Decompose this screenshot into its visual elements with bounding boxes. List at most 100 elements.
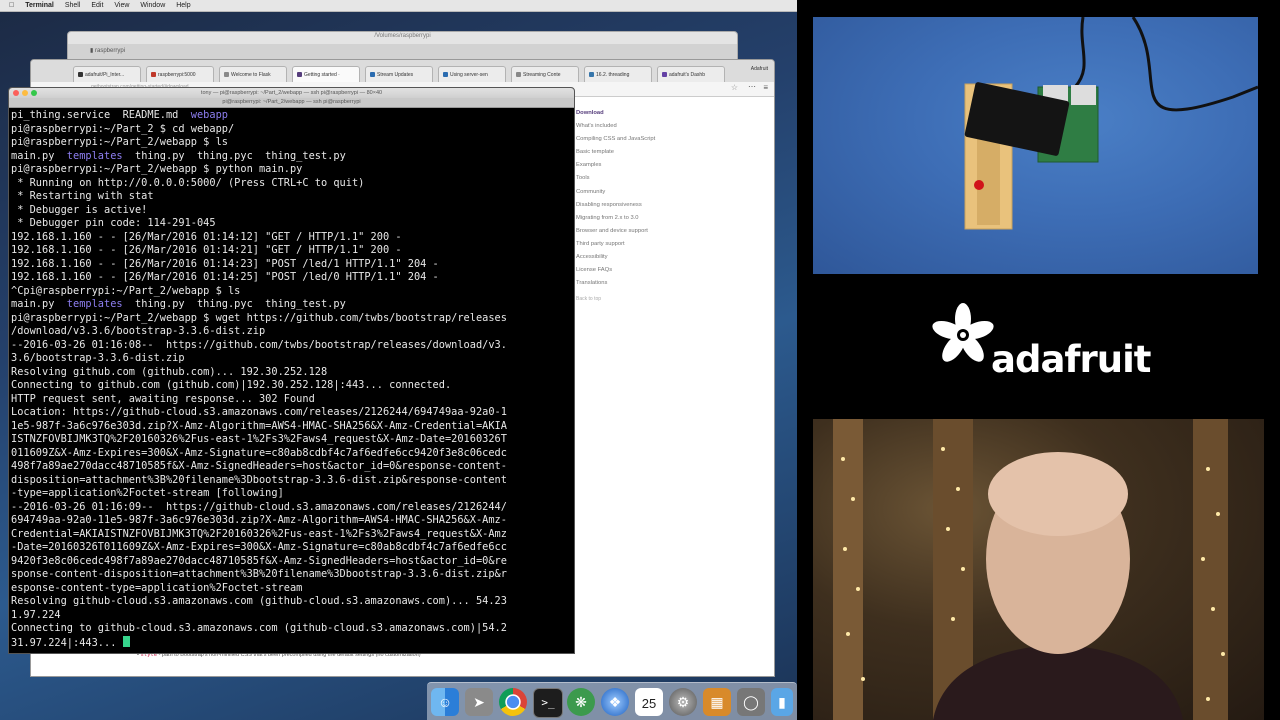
side-nav-link[interactable]: Compiling CSS and JavaScript xyxy=(576,133,756,146)
terminal-text: thing.py thing.pyc thing_test.py xyxy=(122,149,346,162)
terminal-text: 694749aa-92a0-11e5-987f-3a6c976e303d.zip… xyxy=(11,514,507,526)
terminal-line: * Debugger pin code: 114-291-045 xyxy=(11,217,574,231)
menu-view[interactable]: View xyxy=(114,0,129,11)
back-to-top-link[interactable]: Back to top xyxy=(576,293,756,306)
terminal-line: 1e5-987f-3a6c976e303d.zip?X-Amz-Algorith… xyxy=(11,419,574,434)
side-nav-link[interactable]: What's included xyxy=(576,120,756,133)
bootstrap-side-nav: Download What's included Compiling CSS and… xyxy=(576,107,756,306)
browser-tab[interactable]: adafruit/Pi_Inter... xyxy=(73,66,141,82)
terminal-text: sponse-content-disposition=attachment%3B… xyxy=(11,568,507,580)
apple-menu-icon[interactable]:  xyxy=(9,0,14,11)
side-nav-link[interactable]: Migrating from 2.x to 3.0 xyxy=(576,212,756,225)
browser-tab[interactable]: Using server-sen xyxy=(438,66,506,82)
browser-tab[interactable]: Getting started · xyxy=(292,66,360,82)
menu-help[interactable]: Help xyxy=(176,0,190,11)
zoom-icon[interactable] xyxy=(31,90,37,96)
folder-icon[interactable]: ▮ xyxy=(771,688,793,716)
side-nav-link[interactable]: Translations xyxy=(576,277,756,290)
directory-name: templates xyxy=(66,298,123,310)
terminal-line: --2016-03-26 01:16:08-- https://github.c… xyxy=(11,338,574,353)
terminal-text: 9420f3e8c06cedc498f7a89ae270dacc48710585… xyxy=(11,554,507,567)
finder-window[interactable]: /Volumes/raspberrypi ▮ raspberrypi xyxy=(67,31,738,61)
side-nav-link[interactable]: Download xyxy=(576,107,756,120)
terminal-line: --2016-03-26 01:16:09-- https://github-c… xyxy=(11,501,574,515)
side-nav-link[interactable]: Community xyxy=(576,186,756,199)
terminal-text: * Debugger is active! xyxy=(11,203,148,216)
terminal-icon[interactable]: >_ xyxy=(533,688,563,718)
tab-label: 16.2. threading xyxy=(596,72,630,78)
side-nav-link[interactable]: Accessibility xyxy=(576,251,756,264)
launchpad-icon[interactable]: ➤ xyxy=(465,688,493,716)
side-nav-link[interactable]: Third party support xyxy=(576,238,756,251)
side-nav-link[interactable]: Examples xyxy=(576,159,756,172)
menu-bar:  Terminal Shell Edit View Window Help xyxy=(0,0,797,12)
browser-tab[interactable]: Streaming Conte xyxy=(511,66,579,82)
browser-menu-icon[interactable]: ≡ xyxy=(763,83,768,92)
tab-favicon-icon xyxy=(297,72,302,78)
terminal-text: esponse-content-type=application%2Foctet… xyxy=(11,581,303,594)
finder-icon[interactable]: ☺ xyxy=(431,688,459,716)
browser-tab[interactable]: adafruit's Dashb xyxy=(657,66,725,82)
chrome-icon[interactable] xyxy=(499,688,527,716)
browser-tab[interactable]: Stream Updates xyxy=(365,66,433,82)
terminal-text: Connecting to github.com (github.com)|19… xyxy=(11,379,452,391)
tab-label: Getting started · xyxy=(304,72,340,78)
terminal-text: ISTNZFOVBIJMK3TQ%2F20160326%2Fus-east-1%… xyxy=(11,433,507,445)
terminal-title-bar[interactable]: tony — pi@raspberrypi: ~/Part_2/webapp —… xyxy=(9,88,574,98)
tab-label: Stream Updates xyxy=(377,72,414,78)
side-nav-link[interactable]: Tools xyxy=(576,172,756,185)
browser-tab[interactable]: Welcome to Flask xyxy=(219,66,287,82)
terminal-text: 1e5-987f-3a6c976e303d.zip?X-Amz-Algorith… xyxy=(11,419,507,432)
side-nav-link[interactable]: Browser and device support xyxy=(576,225,756,238)
terminal-line: pi@raspberrypi:~/Part_2/webapp $ wget ht… xyxy=(11,312,574,326)
terminal-line: Resolving github-cloud.s3.amazonaws.com … xyxy=(11,595,574,609)
side-nav-link[interactable]: License FAQs xyxy=(576,264,756,277)
browser-profile-label[interactable]: Adafruit xyxy=(751,66,768,72)
terminal-line: 192.168.1.160 - - [26/Mar/2016 01:14:25]… xyxy=(11,271,574,285)
terminal-output[interactable]: pi_thing.service README.md webapp pi@rasp… xyxy=(11,109,574,649)
extensions-icon[interactable]: ⋯ xyxy=(748,82,756,91)
terminal-line: 011609Z&X-Amz-Expires=300&X-Amz-Signatur… xyxy=(11,447,574,461)
calculator-icon[interactable]: ▦ xyxy=(703,688,731,716)
terminal-text: * Restarting with stat xyxy=(11,190,154,202)
terminal-line: 192.168.1.160 - - [26/Mar/2016 01:14:23]… xyxy=(11,257,574,272)
terminal-text: --2016-03-26 01:16:08-- https://github.c… xyxy=(11,338,507,351)
terminal-text: pi@raspberrypi:~/Part_2/webapp $ ls xyxy=(11,136,228,148)
terminal-text: pi_thing.service README.md xyxy=(11,109,191,121)
folder-icon: ▮ xyxy=(90,48,94,54)
bookmark-star-icon[interactable]: ☆ xyxy=(731,83,738,92)
terminal-text: HTTP request sent, awaiting response... … xyxy=(11,392,315,405)
terminal-window[interactable]: tony — pi@raspberrypi: ~/Part_2/webapp —… xyxy=(8,87,575,654)
terminal-line: Connecting to github-cloud.s3.amazonaws.… xyxy=(11,622,574,636)
tab-label: Streaming Conte xyxy=(523,72,561,78)
terminal-line: main.py templates thing.py thing.pyc thi… xyxy=(11,298,574,312)
terminal-text: ^Cpi@raspberrypi:~/Part_2/webapp $ ls xyxy=(11,284,241,297)
scanner-icon[interactable]: ◯ xyxy=(737,688,765,716)
terminal-line: sponse-content-disposition=attachment%3B… xyxy=(11,568,574,582)
terminal-line: -Date=20160326T011609Z&X-Amz-Expires=300… xyxy=(11,541,574,555)
minimize-icon[interactable] xyxy=(22,90,28,96)
directory-name: templates xyxy=(66,149,123,162)
side-nav-link[interactable]: Basic template xyxy=(576,146,756,159)
terminal-cursor xyxy=(122,635,130,647)
browser-tab[interactable]: 16.2. threading xyxy=(584,66,652,82)
system-preferences-icon[interactable]: ⚙ xyxy=(669,688,697,716)
menu-window[interactable]: Window xyxy=(140,0,165,11)
terminal-text: -Date=20160326T011609Z&X-Amz-Expires=300… xyxy=(11,541,507,553)
network-icon[interactable]: ❋ xyxy=(567,688,595,716)
browser-tab[interactable]: raspberrypi:5000 xyxy=(146,66,214,82)
adafruit-flower-icon xyxy=(932,303,994,362)
side-nav-link[interactable]: Disabling responsiveness xyxy=(576,199,756,212)
terminal-line: * Running on http://0.0.0.0:5000/ (Press… xyxy=(11,177,574,191)
terminal-tab[interactable]: pi@raspberrypi: ~/Part_2/webapp — ssh pi… xyxy=(9,98,574,108)
app-menu-terminal[interactable]: Terminal xyxy=(25,0,54,11)
menu-edit[interactable]: Edit xyxy=(91,0,103,11)
safari-icon[interactable]: ❖ xyxy=(601,688,629,716)
close-icon[interactable] xyxy=(13,90,19,96)
menu-shell[interactable]: Shell xyxy=(65,0,81,11)
calendar-icon[interactable]: 25 xyxy=(635,688,663,716)
terminal-text: 31.97.224|:443... xyxy=(11,636,123,649)
finder-path-label: raspberrypi xyxy=(94,48,125,54)
terminal-text: 192.168.1.160 - - [26/Mar/2016 01:14:23]… xyxy=(11,257,439,270)
terminal-line: pi@raspberrypi:~/Part_2/webapp $ python … xyxy=(11,163,574,177)
